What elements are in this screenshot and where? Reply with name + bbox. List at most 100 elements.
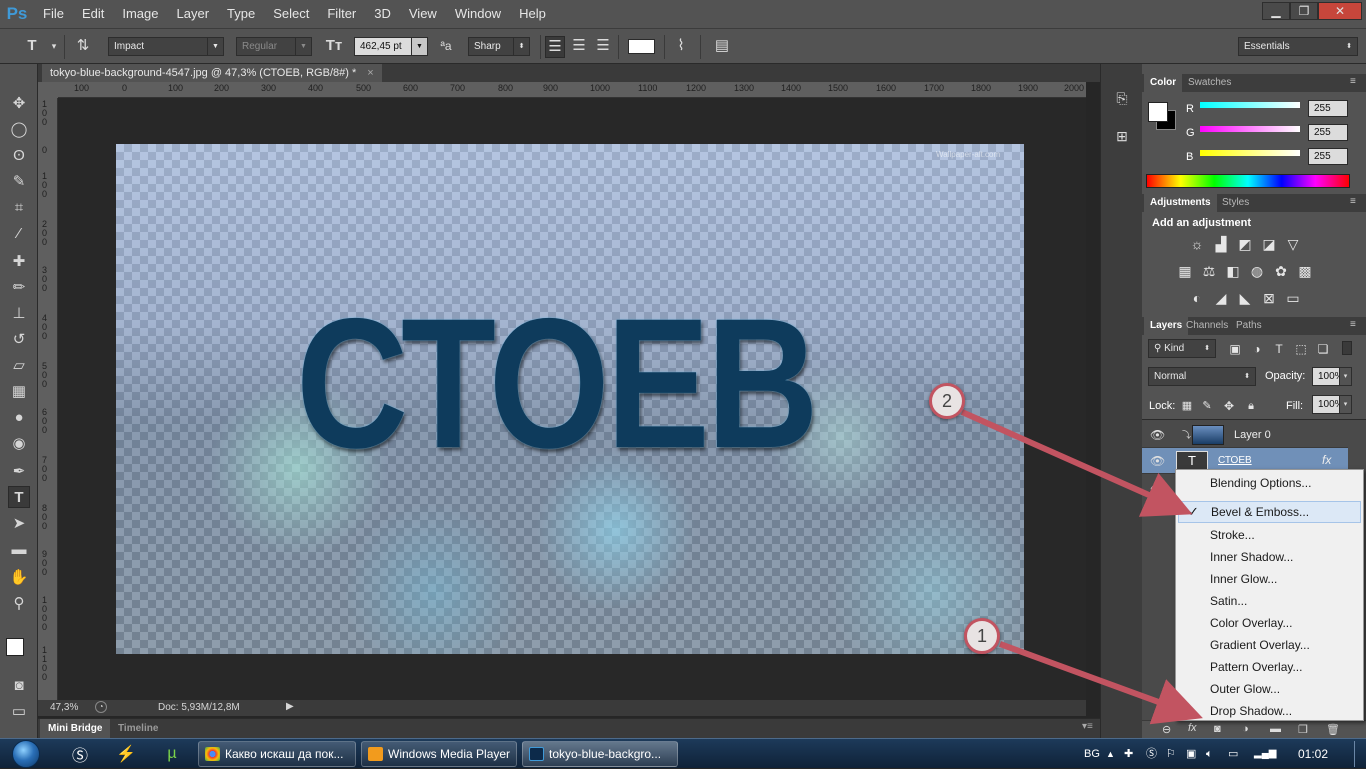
brightness-icon[interactable]: ☼ bbox=[1188, 236, 1206, 252]
history-panel-icon[interactable]: ⎘ bbox=[1113, 90, 1131, 108]
color-balance-icon[interactable]: ⚖ bbox=[1200, 263, 1218, 279]
menu-item-color-overlay[interactable]: Color Overlay... bbox=[1178, 612, 1361, 634]
r-value-field[interactable]: 255 bbox=[1308, 100, 1348, 117]
g-slider[interactable] bbox=[1200, 126, 1300, 132]
art-text-layer[interactable]: СТОЕВ bbox=[296, 292, 819, 477]
tab-styles[interactable]: Styles bbox=[1216, 194, 1255, 212]
menu-item-drop-shadow[interactable]: Drop Shadow... bbox=[1178, 700, 1361, 722]
eyedropper-tool-icon[interactable]: ⁄ bbox=[8, 222, 30, 244]
menu-select[interactable]: Select bbox=[264, 0, 318, 28]
healing-brush-tool-icon[interactable]: ✚ bbox=[8, 250, 30, 272]
clock[interactable]: 01:02 bbox=[1298, 739, 1328, 769]
b-value-field[interactable]: 255 bbox=[1308, 148, 1348, 165]
fx-icon[interactable]: fx bbox=[1322, 453, 1331, 467]
status-icon[interactable]: ◔ bbox=[95, 701, 107, 713]
eye-icon[interactable]: 👁︎ bbox=[1150, 482, 1165, 496]
menu-help[interactable]: Help bbox=[510, 0, 555, 28]
menu-item-satin[interactable]: Satin... bbox=[1178, 590, 1361, 612]
volume-icon[interactable]: 🔈︎ bbox=[1206, 739, 1213, 769]
menu-item-outer-glow[interactable]: Outer Glow... bbox=[1178, 678, 1361, 700]
tab-paths[interactable]: Paths bbox=[1230, 317, 1268, 335]
panel-menu-icon[interactable]: ≡ bbox=[1350, 319, 1356, 330]
lock-position-icon[interactable]: ✥ bbox=[1220, 398, 1238, 414]
clone-stamp-tool-icon[interactable]: ⊥ bbox=[8, 302, 30, 324]
screen-mode-icon[interactable]: ▭ bbox=[8, 700, 30, 722]
hue-saturation-icon[interactable]: ▦ bbox=[1176, 263, 1194, 279]
filter-toggle[interactable] bbox=[1342, 341, 1352, 355]
menu-filter[interactable]: Filter bbox=[318, 0, 365, 28]
filter-type-icon[interactable]: T bbox=[1270, 341, 1288, 357]
menu-image[interactable]: Image bbox=[113, 0, 167, 28]
threshold-icon[interactable]: ◣ bbox=[1236, 290, 1254, 306]
minimize-button[interactable]: ▁ bbox=[1262, 2, 1290, 20]
hand-tool-icon[interactable]: ✋ bbox=[8, 566, 30, 588]
eye-icon[interactable]: 👁︎ bbox=[1150, 454, 1165, 468]
skype-icon[interactable]: Ⓢ bbox=[62, 742, 98, 766]
black-white-icon[interactable]: ◧ bbox=[1224, 263, 1242, 279]
channel-mixer-icon[interactable]: ✿ bbox=[1272, 263, 1290, 279]
panel-menu-icon[interactable]: ▾≡ bbox=[1082, 721, 1093, 732]
blur-tool-icon[interactable]: ● bbox=[8, 406, 30, 428]
posterize-icon[interactable]: ◢ bbox=[1212, 290, 1230, 306]
menu-item-gradient-overlay[interactable]: Gradient Overlay... bbox=[1178, 634, 1361, 656]
menu-item-inner-shadow[interactable]: Inner Shadow... bbox=[1178, 546, 1361, 568]
menu-item-bevel-emboss[interactable]: ✓ Bevel & Emboss... bbox=[1178, 501, 1361, 523]
path-selection-tool-icon[interactable]: ➤ bbox=[8, 512, 30, 534]
toggle-orientation-icon[interactable]: ⇅ bbox=[73, 36, 93, 56]
align-right-icon[interactable]: ☰ bbox=[593, 36, 613, 56]
new-adjustment-layer-icon[interactable]: ◑ bbox=[1242, 723, 1249, 735]
signal-strength-icon[interactable]: ▂▄▆ bbox=[1254, 739, 1276, 769]
menu-edit[interactable]: Edit bbox=[73, 0, 113, 28]
marquee-tool-icon[interactable]: ◯ bbox=[8, 118, 30, 140]
lasso-tool-icon[interactable]: ʘ bbox=[8, 144, 30, 166]
layer-row[interactable]: 👁︎ ⤵ Layer 0 bbox=[1142, 422, 1348, 448]
tray-app-icon[interactable]: ✚ bbox=[1124, 739, 1133, 769]
vibrance-icon[interactable]: ▽ bbox=[1284, 236, 1302, 252]
tray-monitor-icon[interactable]: ▭ bbox=[1228, 739, 1238, 769]
crop-tool-icon[interactable]: ⌗ bbox=[8, 196, 30, 218]
foreground-color-swatch[interactable] bbox=[6, 638, 24, 656]
tray-network-icon[interactable]: ▣ bbox=[1186, 739, 1196, 769]
invert-icon[interactable]: ◐ bbox=[1188, 290, 1206, 306]
warp-text-icon[interactable]: ⌇ bbox=[671, 36, 691, 56]
color-foreground-swatch[interactable] bbox=[1148, 102, 1168, 122]
pen-tool-icon[interactable]: ✒ bbox=[8, 460, 30, 482]
menu-layer[interactable]: Layer bbox=[168, 0, 219, 28]
menu-item-blending-options[interactable]: Blending Options... bbox=[1178, 472, 1361, 494]
layer-name[interactable]: Layer 0 bbox=[1234, 429, 1271, 441]
delete-layer-icon[interactable]: 🗑︎ bbox=[1326, 723, 1340, 736]
align-left-icon[interactable]: ☰ bbox=[545, 36, 565, 58]
tab-channels[interactable]: Channels bbox=[1180, 317, 1234, 335]
levels-icon[interactable]: ▟ bbox=[1212, 236, 1230, 252]
close-tab-icon[interactable]: × bbox=[367, 67, 373, 79]
menu-view[interactable]: View bbox=[400, 0, 446, 28]
dodge-tool-icon[interactable]: ◉ bbox=[8, 432, 30, 454]
taskbar-chrome[interactable]: Какво искаш да пок... bbox=[198, 741, 356, 767]
panel-menu-icon[interactable]: ≡ bbox=[1350, 196, 1356, 207]
filter-adjustment-icon[interactable]: ◑ bbox=[1248, 341, 1266, 357]
brush-tool-icon[interactable]: ✏ bbox=[8, 276, 30, 298]
tab-adjustments[interactable]: Adjustments bbox=[1144, 194, 1217, 212]
show-desktop-button[interactable] bbox=[1354, 741, 1364, 767]
tray-skype-icon[interactable]: Ⓢ bbox=[1146, 739, 1157, 769]
tray-notifications-icon[interactable]: ⚐ bbox=[1166, 739, 1176, 769]
chevron-down-icon[interactable]: ▾ bbox=[44, 36, 64, 56]
tab-timeline[interactable]: Timeline bbox=[110, 719, 166, 738]
filter-pixel-icon[interactable]: ▣ bbox=[1226, 341, 1244, 357]
new-group-icon[interactable]: ▬ bbox=[1270, 723, 1281, 735]
font-family-select[interactable]: Impact ▼ bbox=[108, 37, 224, 56]
language-indicator[interactable]: BG bbox=[1084, 739, 1100, 769]
eye-icon[interactable]: 👁︎ bbox=[1150, 428, 1165, 442]
zoom-level[interactable]: 47,3% bbox=[50, 702, 78, 713]
type-tool-icon[interactable]: T bbox=[8, 486, 30, 508]
restore-button[interactable]: ❐ bbox=[1290, 2, 1318, 20]
layer-name[interactable]: СТОЕВ bbox=[1218, 455, 1252, 466]
opacity-field[interactable]: 100% ▾ bbox=[1312, 367, 1352, 386]
text-color-swatch[interactable] bbox=[628, 39, 655, 54]
add-mask-icon[interactable]: ◙ bbox=[1214, 723, 1221, 735]
color-spectrum-ramp[interactable] bbox=[1146, 174, 1350, 188]
character-panel-icon[interactable]: ▤ bbox=[712, 36, 732, 56]
document-tab[interactable]: tokyo-blue-background-4547.jpg @ 47,3% (… bbox=[42, 64, 382, 82]
type-tool-preset-icon[interactable]: T bbox=[22, 36, 42, 56]
rectangle-tool-icon[interactable]: ▬ bbox=[8, 538, 30, 560]
